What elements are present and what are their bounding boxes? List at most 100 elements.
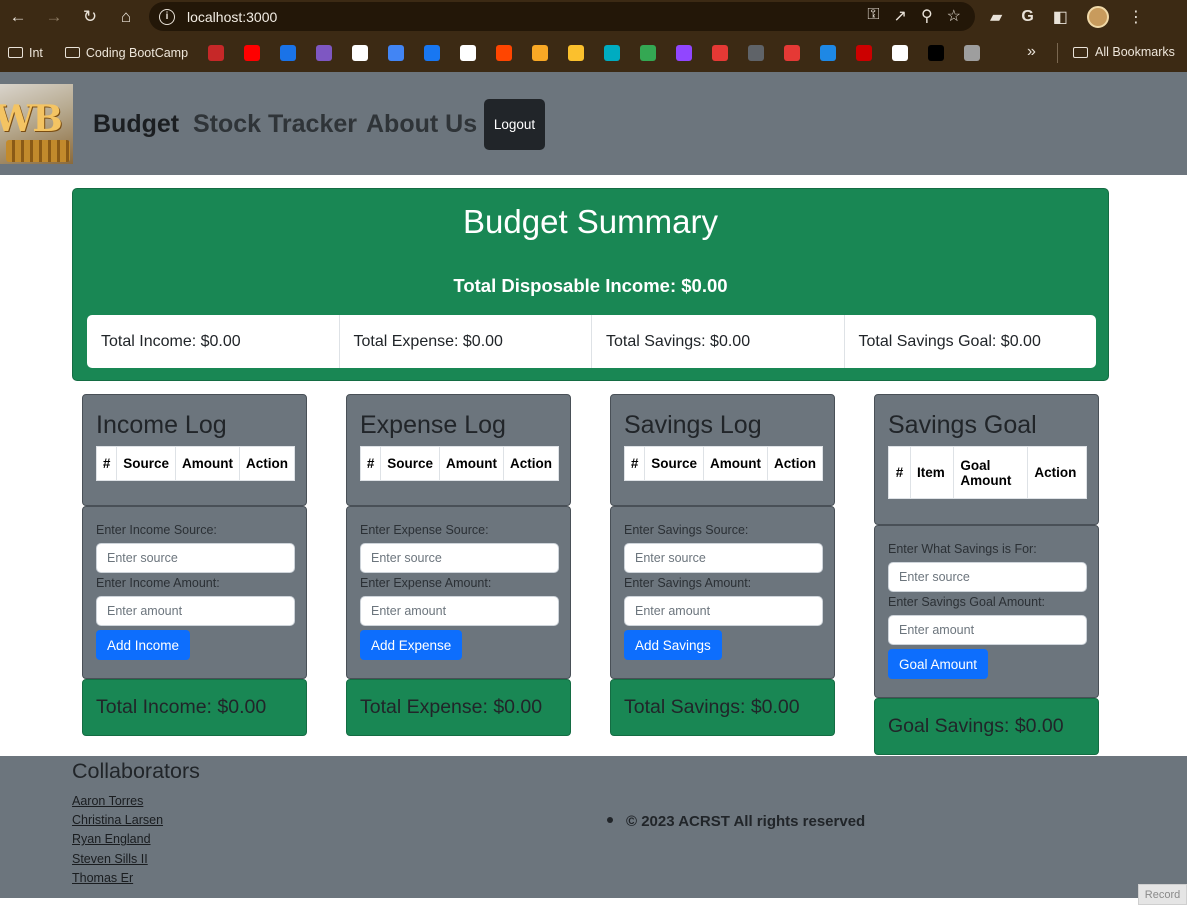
nav-link-stock-tracker[interactable]: Stock Tracker [193,110,357,139]
income-source-label: Enter Income Source: [96,523,217,537]
savings-goal-item-input[interactable]: Enter source [888,562,1087,592]
table-header-source: Source [644,446,704,481]
goal-amount-button[interactable]: Goal Amount [888,649,989,679]
savings-log-table: # Source Amount Action [623,446,823,481]
table-header-source: Source [116,446,176,481]
bookmark-favicon-icon[interactable] [784,44,801,61]
savings-log-card: Savings Log # Source Amount Action [610,394,835,506]
all-bookmarks-label: All Bookmarks [1095,45,1175,59]
savings-goal-table: # Item Goal Amount Action [888,446,1087,499]
open-in-app-icon[interactable]: ↗ [894,6,907,26]
bookmark-favicon-icon[interactable] [568,44,585,61]
table-header-amount: Amount [703,446,768,481]
extensions-icon[interactable]: ▰ [990,7,1002,27]
bookmark-favicon-icon[interactable] [496,44,513,61]
wb-logo[interactable]: WB [0,84,73,164]
bookmark-favicon-icon[interactable] [388,44,405,61]
logout-button[interactable]: Logout [484,99,545,150]
more-bookmarks-icon[interactable]: » [1027,43,1036,61]
add-savings-button[interactable]: Add Savings [624,630,722,660]
footer: Collaborators Aaron Torres Christina Lar… [0,756,1187,898]
nav-link-budget[interactable]: Budget [93,110,179,139]
expense-amount-input[interactable]: Enter amount [360,596,559,626]
table-header-amount: Amount [439,446,504,481]
bookmark-favicon-icon[interactable] [244,44,261,61]
bookmark-favicon-icon[interactable] [748,44,765,61]
bookmark-favicon-icon[interactable] [280,44,297,61]
bookmark-favicon-icon[interactable] [316,44,333,61]
income-log-column: Income Log # Source Amount Action Enter … [82,394,307,736]
password-key-icon[interactable]: ⚿ [867,6,879,26]
collaborator-link[interactable]: Thomas Er [72,869,163,888]
collaborators-title: Collaborators [72,759,200,783]
url-text[interactable]: localhost:3000 [187,9,277,25]
savings-amount-input[interactable]: Enter amount [624,596,823,626]
menu-icon[interactable]: ⋮ [1128,7,1144,27]
income-log-table: # Source Amount Action [95,446,295,481]
zoom-icon[interactable]: ⚲ [921,6,933,26]
savings-goal-form-card: Enter What Savings is For: Enter source … [874,525,1099,698]
expense-amount-label: Enter Expense Amount: [360,576,492,590]
bookmarks-bar: Int Coding BootCamp » All Bookmarks [0,33,1187,72]
bookmark-favicon-icon[interactable] [460,44,477,61]
bookmark-favicon-icon[interactable] [604,44,621,61]
income-form-card: Enter Income Source: Enter source Enter … [82,506,307,679]
google-icon[interactable]: G [1021,8,1033,26]
bookmark-favicon-icon[interactable] [424,44,441,61]
bookmark-favicon-icon[interactable] [820,44,837,61]
bookmark-favicons [188,44,981,61]
savings-goal-amount-label: Enter Savings Goal Amount: [888,595,1046,609]
table-header-action: Action [767,446,823,481]
bookmark-label: Coding BootCamp [85,45,189,60]
coins-graphic [6,140,70,162]
income-amount-input[interactable]: Enter amount [96,596,295,626]
collaborator-link[interactable]: Steven Sills II [72,850,163,869]
bookmark-folder-coding-bootcamp[interactable]: Coding BootCamp [64,45,189,60]
collaborator-link[interactable]: Ryan England [72,830,163,849]
back-icon[interactable]: ← [0,0,36,33]
folder-icon [1073,46,1088,58]
savings-source-input[interactable]: Enter source [624,543,823,573]
collaborator-link[interactable]: Christina Larsen [72,811,163,830]
collaborator-link[interactable]: Aaron Torres [72,792,163,811]
bookmark-folder-int[interactable]: Int [8,46,43,60]
bookmark-favicon-icon[interactable] [964,44,981,61]
expense-log-card: Expense Log # Source Amount Action [346,394,571,506]
expense-source-input[interactable]: Enter source [360,543,559,573]
add-income-button[interactable]: Add Income [96,630,191,660]
record-button[interactable]: Record [1138,884,1187,905]
bookmark-favicon-icon[interactable] [676,44,693,61]
profile-avatar[interactable] [1086,5,1109,28]
all-bookmarks-button[interactable]: All Bookmarks [1073,45,1175,59]
nav-link-about-us[interactable]: About Us [366,110,477,139]
bookmark-favicon-icon[interactable] [640,44,657,61]
savings-form-card: Enter Savings Source: Enter source Enter… [610,506,835,679]
copyright: © 2023 ACRST All rights reserved [607,813,865,830]
home-icon[interactable]: ⌂ [108,0,144,33]
goal-savings-total: Goal Savings: $0.00 [874,698,1099,755]
bookmark-favicon-icon[interactable] [856,44,873,61]
bookmark-favicon-icon[interactable] [532,44,549,61]
address-bar[interactable]: i localhost:3000 ⚿ ↗ ⚲ ☆ [149,2,975,31]
expense-source-label: Enter Expense Source: [360,523,489,537]
savings-goal-amount-input[interactable]: Enter amount [888,615,1087,645]
table-header-amount: Amount [175,446,240,481]
side-panel-icon[interactable]: ◧ [1053,7,1068,27]
bookmark-star-icon[interactable]: ☆ [947,6,961,26]
bookmark-favicon-icon[interactable] [892,44,909,61]
summary-total-expense: Total Expense: $0.00 [340,315,592,368]
site-info-icon[interactable]: i [159,8,175,25]
table-header-number: # [623,446,646,481]
table-header-action: Action [503,446,559,481]
bookmark-favicon-icon[interactable] [712,44,729,61]
bookmark-favicon-icon[interactable] [352,44,369,61]
expense-form-card: Enter Expense Source: Enter source Enter… [346,506,571,679]
income-source-input[interactable]: Enter source [96,543,295,573]
bookmark-favicon-icon[interactable] [928,44,945,61]
reload-icon[interactable]: ↻ [72,0,108,33]
add-expense-button[interactable]: Add Expense [360,630,463,660]
bookmark-favicon-icon[interactable] [208,44,225,61]
forward-icon[interactable]: → [36,0,72,33]
table-header-number: # [359,446,382,481]
savings-amount-label: Enter Savings Amount: [624,576,752,590]
